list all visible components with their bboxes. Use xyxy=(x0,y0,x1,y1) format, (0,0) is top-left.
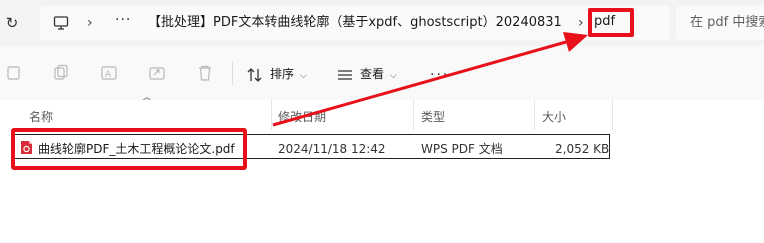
sort-button[interactable]: 排序 ⌵ xyxy=(270,66,307,84)
annotation-highlight-box xyxy=(588,8,634,37)
file-type: WPS PDF 文档 xyxy=(421,142,503,156)
this-pc-icon[interactable] xyxy=(53,15,69,31)
column-header-name[interactable]: 名称 xyxy=(29,110,53,124)
cut-icon[interactable] xyxy=(5,64,23,82)
chevron-down-icon: ⌵ xyxy=(300,71,307,81)
breadcrumb-overflow[interactable]: ··· xyxy=(115,12,131,28)
search-input[interactable]: 在 pdf 中搜索 xyxy=(690,15,764,31)
column-resize-handle[interactable] xyxy=(413,100,414,130)
address-bar[interactable]: › ··· 【批处理】PDF文本转曲线轮廓（基于xpdf、ghostscript… xyxy=(40,6,670,40)
refresh-icon[interactable]: ↻ xyxy=(2,12,22,34)
rename-icon[interactable]: A xyxy=(100,64,118,82)
column-resize-handle[interactable] xyxy=(612,100,613,130)
file-modified-date: 2024/11/18 12:42 xyxy=(278,142,386,156)
annotation-highlight-box xyxy=(11,128,247,170)
svg-text:A: A xyxy=(105,70,112,80)
column-resize-handle[interactable] xyxy=(534,100,535,130)
sort-ascending-icon: ^ xyxy=(141,97,153,107)
command-bar: A 排序 ⌵ 查看 ⌵ ··· xyxy=(0,46,764,100)
column-header-modified[interactable]: 修改日期 xyxy=(278,110,326,124)
column-header-type[interactable]: 类型 xyxy=(421,110,445,124)
delete-icon[interactable] xyxy=(196,64,214,82)
column-resize-handle[interactable] xyxy=(271,100,272,130)
chevron-down-icon: ⌵ xyxy=(390,71,397,81)
breadcrumb-chevron-icon[interactable]: › xyxy=(87,15,93,31)
address-bar-row: ↻ › ··· 【批处理】PDF文本转曲线轮廓（基于xpdf、ghostscri… xyxy=(0,0,764,46)
view-icon[interactable] xyxy=(336,66,354,84)
breadcrumb-chevron-icon[interactable]: › xyxy=(578,15,584,31)
sort-icon[interactable] xyxy=(246,66,264,84)
more-options-button[interactable]: ··· xyxy=(430,68,449,82)
share-icon[interactable] xyxy=(148,64,166,82)
file-size: 2,052 KB xyxy=(555,142,610,156)
view-button[interactable]: 查看 ⌵ xyxy=(360,66,397,84)
copy-icon[interactable] xyxy=(52,64,70,82)
sort-button-label: 排序 xyxy=(270,67,295,81)
view-button-label: 查看 xyxy=(360,67,385,81)
breadcrumb-folder[interactable]: 【批处理】PDF文本转曲线轮廓（基于xpdf、ghostscript）20240… xyxy=(148,15,562,31)
toolbar-divider xyxy=(232,61,233,85)
column-header-row: ^ 名称 修改日期 类型 大小 xyxy=(0,97,764,130)
column-header-size[interactable]: 大小 xyxy=(542,110,566,124)
